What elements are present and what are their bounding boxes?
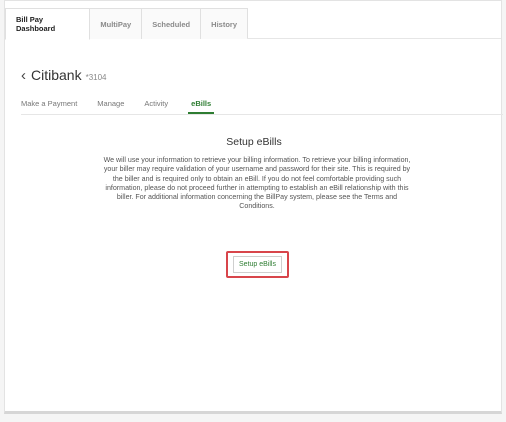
- button-highlight-box: Setup eBills: [226, 251, 289, 278]
- tab-history[interactable]: History: [200, 8, 248, 39]
- tab-make-a-payment[interactable]: Make a Payment: [21, 99, 77, 114]
- bill-pay-panel: Bill Pay Dashboard MultiPay Scheduled Hi…: [4, 0, 503, 414]
- chevron-left-icon[interactable]: ‹: [21, 68, 26, 83]
- setup-ebills-button[interactable]: Setup eBills: [233, 256, 282, 273]
- tab-activity[interactable]: Activity: [144, 99, 168, 114]
- biller-header: ‹ Citibank *3104: [21, 67, 107, 83]
- tab-bill-pay-dashboard[interactable]: Bill Pay Dashboard: [5, 8, 91, 40]
- tab-ebills[interactable]: eBills: [188, 99, 215, 114]
- tab-bar-divider: [247, 38, 501, 39]
- biller-name: Citibank: [31, 67, 82, 83]
- section-title: Setup eBills: [226, 136, 282, 148]
- biller-account-number: *3104: [85, 73, 107, 82]
- ebills-disclaimer-text: We will use your information to retrieve…: [103, 156, 411, 211]
- tab-multipay[interactable]: MultiPay: [89, 8, 143, 39]
- biller-sub-tabs: Make a Payment Manage Activity eBills: [21, 95, 503, 115]
- tab-scheduled[interactable]: Scheduled: [141, 8, 202, 39]
- top-tab-bar: Bill Pay Dashboard MultiPay Scheduled Hi…: [5, 8, 248, 40]
- tab-manage[interactable]: Manage: [97, 99, 124, 114]
